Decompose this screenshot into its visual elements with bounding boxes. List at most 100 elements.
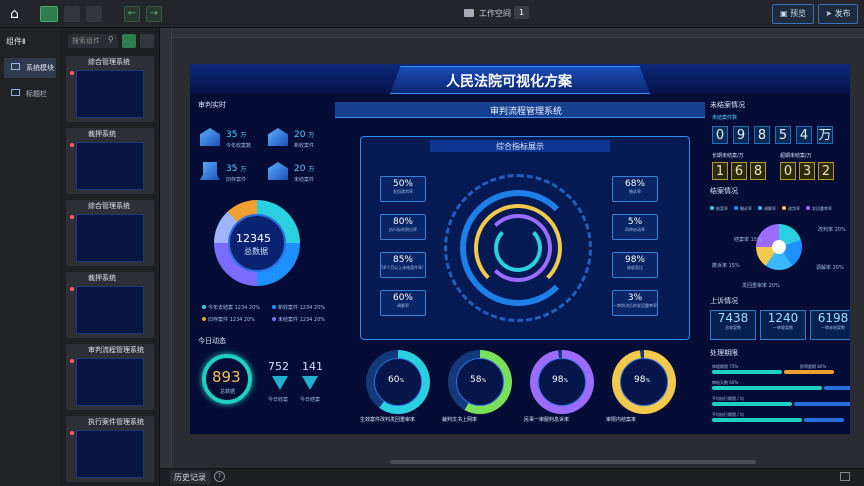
digit-cell: 1 — [712, 162, 728, 180]
workspace-number[interactable]: 1 — [514, 6, 530, 19]
period-bar — [824, 386, 850, 390]
search-input[interactable]: 搜索组件 ⚲ — [68, 34, 118, 48]
workspace-icon — [464, 9, 474, 17]
thumbnail-preview — [76, 286, 144, 334]
thumbnail-title: 综合管理系统 — [88, 58, 130, 66]
indicator-card: 85% 18个月以上未结案件率/ 长期未决案件 — [380, 252, 426, 278]
appeal-value: 6198 — [817, 311, 849, 325]
send-icon: ➤ — [825, 9, 833, 18]
history-button[interactable]: 历史记录 — [170, 471, 210, 484]
help-icon[interactable]: ? — [214, 471, 225, 482]
unfinished-label: 未结案件数 — [712, 115, 738, 121]
appeal-stat: 1240 一审收案数 — [760, 310, 806, 340]
indicator-label: 撤诉率 — [629, 189, 641, 194]
building-icon — [268, 128, 288, 146]
digit-cell: 4 — [796, 126, 812, 144]
digit-cell: 8 — [754, 126, 770, 144]
dashboard-preview[interactable]: 人民法院可视化方案 审判流程管理系统 审判实时 35 万 今年收案数 20 万 … — [190, 64, 850, 434]
pie-label: 调解率 20% — [816, 265, 844, 271]
grid-view-toggle[interactable] — [122, 34, 136, 48]
digit-cell: 0 — [780, 162, 796, 180]
search-placeholder: 搜索组件 — [72, 37, 100, 45]
appeal-stat: 6198 一审未结案数 — [810, 310, 850, 340]
redo-button[interactable]: → — [146, 6, 162, 22]
layers-button[interactable] — [64, 6, 80, 22]
thumbnail-preview — [76, 214, 144, 262]
monitor-icon — [11, 63, 20, 70]
appeal-value: 7438 — [717, 311, 749, 325]
close-rose-hole — [772, 240, 786, 254]
indicator-label: 18个月以上未结案件率/ 长期未决案件 — [381, 265, 425, 270]
appeal-value: 1240 — [767, 311, 799, 325]
horizontal-scrollbar[interactable] — [390, 460, 756, 464]
component-thumbnail[interactable]: 综合管理系统 — [66, 200, 154, 266]
period-bar — [784, 370, 834, 374]
donut-label: 总数据 — [244, 247, 268, 256]
window-icon — [11, 89, 20, 96]
component-thumbnail[interactable]: 审判流程管理系统 — [66, 344, 154, 410]
chart-mode-button[interactable] — [40, 6, 58, 22]
indicator-value: 85% — [392, 255, 413, 265]
indicator-value: 98% — [624, 255, 645, 265]
digit-cell: 6 — [731, 162, 747, 180]
appeal-label: 总收案数 — [725, 325, 741, 330]
undo-button[interactable]: ← — [124, 6, 140, 22]
indicator-label: 发回改判率 — [393, 189, 413, 194]
today-b-label: 今日结案 — [300, 397, 321, 403]
down-triangle-icon — [302, 376, 318, 390]
thumbnail-title: 裁押系统 — [88, 274, 116, 282]
thumbnail-preview — [76, 358, 144, 406]
gauge-label: 民事一审服判息诉率 — [524, 417, 570, 423]
gauge-label: 裁判文书上网率 — [442, 417, 478, 423]
indicator-label: 一审判决后的发回重审率 — [613, 303, 657, 308]
thumbnail-titlebar: 执行案件管理系统 — [66, 416, 154, 435]
indicator-card: 5% 再审启动率 — [612, 214, 658, 240]
indicator-value: 3% — [627, 293, 643, 303]
stat-label: 旧存案件 — [226, 177, 247, 183]
legend-item: 调解率 — [758, 206, 776, 212]
component-thumbnail[interactable]: 裁押系统 — [66, 272, 154, 338]
legend-item: 新收案件 1234 20% — [272, 304, 325, 311]
long-unfinished-label: 长期未结案/万 — [712, 153, 744, 159]
component-thumbnail[interactable]: 裁押系统 — [66, 128, 154, 194]
preview-button[interactable]: ▣ 预览 — [772, 4, 814, 24]
digit-cell: 3 — [799, 162, 815, 180]
stat-label: 今年收案数 — [226, 143, 252, 149]
list-view-toggle[interactable] — [140, 34, 154, 48]
period-bar — [804, 418, 844, 422]
component-thumbnail[interactable]: 综合管理系统 — [66, 56, 154, 122]
thumbnail-titlebar: 综合管理系统 — [66, 200, 154, 219]
center-radial-ring-4 — [494, 224, 542, 272]
appeal-section-title: 上诉情况 — [710, 297, 738, 305]
appeal-label: 一审未结案数 — [821, 325, 845, 330]
overdue-label: 超期未结案/万 — [780, 153, 812, 159]
period-section-title: 处理期限 — [710, 349, 738, 357]
indicator-value: 5% — [627, 217, 643, 227]
component-thumbnail[interactable]: 执行案件管理系统 — [66, 416, 154, 482]
dashboard-subtitle: 审判流程管理系统 — [490, 107, 563, 117]
today-b-value: 141 — [302, 360, 323, 373]
component-panel: 搜索组件 ⚲ 综合管理系统 裁押系统 综合管理系统 裁押系统 审判流程管理系统 — [60, 28, 160, 486]
legend-item: 未结案件 1234 20% — [272, 316, 325, 323]
publish-button[interactable]: ➤ 发布 — [818, 4, 858, 24]
thumbnail-titlebar: 裁押系统 — [66, 128, 154, 147]
digit-cell: 2 — [818, 162, 834, 180]
thumbnail-title: 执行案件管理系统 — [88, 418, 144, 426]
indicator-label: 调解率 — [397, 303, 409, 308]
digit-cell: 0 — [712, 126, 728, 144]
close-section-title: 结案情况 — [710, 187, 738, 195]
chart-icon: ▮ — [22, 37, 26, 45]
right-section-title: 未结案情况 — [710, 101, 745, 109]
laptop-icon — [200, 162, 220, 180]
panel-toggle-icon[interactable] — [840, 472, 850, 481]
thumbnail-titlebar: 综合管理系统 — [66, 56, 154, 75]
stat-label: 未结案件 — [294, 177, 315, 183]
legend-item: 今年去结案 1234 20% — [202, 304, 260, 311]
theme-button[interactable] — [86, 6, 102, 22]
sidebar-item-label: 标题栏 — [26, 90, 47, 98]
sidebar-item-system-module[interactable]: 系统模块 — [4, 58, 56, 78]
home-icon[interactable]: ⌂ — [10, 6, 26, 22]
sidebar-item-title-bar[interactable]: 标题栏 — [4, 84, 56, 104]
legend-item: 结案率 — [710, 206, 728, 212]
gauge-value: 58% — [470, 375, 487, 385]
